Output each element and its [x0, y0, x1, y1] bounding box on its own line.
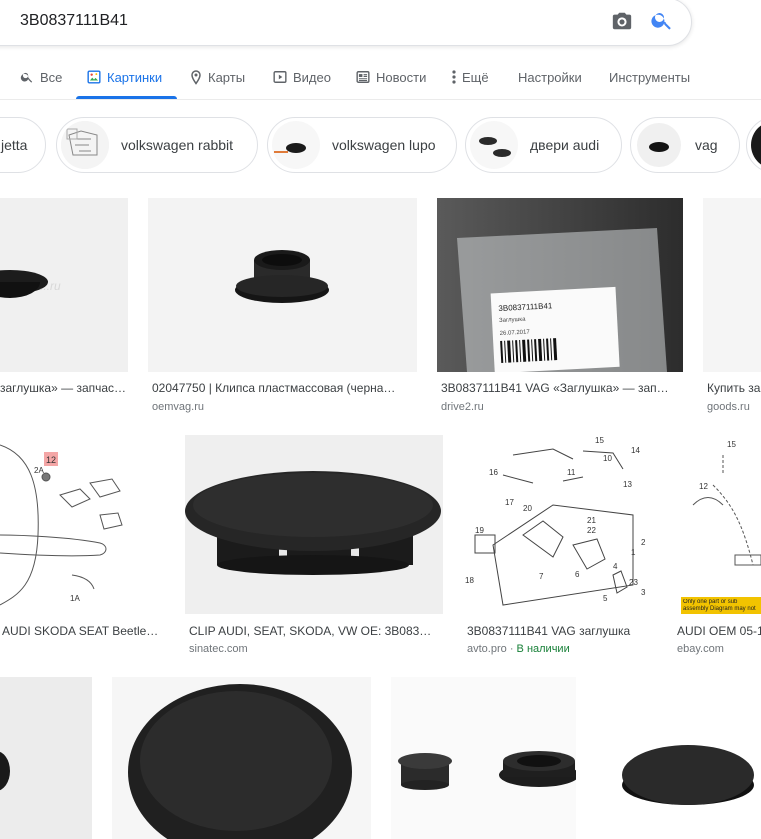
result-image[interactable] — [185, 435, 443, 614]
tab-more[interactable]: Ещё — [452, 69, 489, 85]
diagram-callout: 15 — [727, 440, 736, 449]
diagram-callout: 3 — [641, 588, 646, 597]
result-image[interactable]: 3B0837111B41 Заглушка 26.07.2017 — [437, 198, 683, 372]
diagram-callout: 11 — [567, 468, 576, 477]
source-separator: · — [509, 643, 514, 655]
chip-volkswagen-lupo[interactable]: volkswagen lupo — [267, 117, 457, 173]
result-source: ebay.com — [677, 643, 724, 655]
more-vert-icon — [452, 70, 456, 84]
diagram-callout: 20 — [523, 504, 532, 513]
result-source: drive2.ru — [441, 401, 484, 413]
settings-link[interactable]: Настройки — [518, 69, 582, 85]
news-icon — [356, 71, 370, 83]
result-image[interactable]: ...ru — [0, 198, 128, 372]
diagram-callout: 1 — [631, 548, 636, 557]
diagram-callout: 12 — [699, 482, 708, 491]
result-caption[interactable]: CLIP AUDI, SEAT, SKODA, VW OE: 3B083… — [189, 624, 441, 638]
diagram-callout: 13 — [623, 480, 632, 489]
chip-volkswagen-rabbit[interactable]: volkswagen rabbit — [56, 117, 258, 173]
result-image[interactable] — [703, 198, 761, 372]
tab-video[interactable]: Видео — [273, 69, 331, 85]
result-image[interactable] — [112, 677, 371, 839]
result-source: sinatec.com — [189, 643, 248, 655]
tab-news[interactable]: Новости — [356, 69, 426, 85]
diagram-callout: 16 — [489, 468, 498, 477]
diagram-callout: 5 — [603, 594, 608, 603]
search-input[interactable]: 3B0837111B41 — [20, 12, 128, 30]
result-caption[interactable]: 3B0837111B41 VAG заглушка — [467, 624, 657, 638]
tab-images[interactable]: Картинки — [87, 69, 162, 85]
result-image[interactable] — [148, 198, 417, 372]
tab-maps[interactable]: Карты — [190, 69, 245, 85]
chip-jetta[interactable]: jetta — [0, 117, 46, 173]
chip-label: volkswagen lupo — [332, 137, 436, 153]
diagram-callout: 14 — [631, 446, 640, 455]
result-caption[interactable]: Купить за — [707, 381, 761, 395]
result-image[interactable] — [0, 677, 92, 839]
diagram-callout: 19 — [475, 526, 484, 535]
result-caption[interactable]: AUDI SKODA SEAT Beetle… — [2, 624, 164, 638]
search-submit-icon[interactable] — [650, 8, 674, 32]
diagram-callout: 21 — [587, 516, 596, 525]
chip-thumbnail — [470, 121, 518, 169]
result-image[interactable]: 15 14 13 16 11 17 19 20 21 22 18 7 6 1 2… — [463, 435, 653, 614]
diagram-callout: 6 — [575, 570, 580, 579]
result-source: goods.ru — [707, 401, 750, 413]
tab-all[interactable]: Все — [20, 69, 62, 85]
tabs-divider — [0, 99, 761, 100]
diagram-callout: 2A — [34, 466, 44, 475]
diagram-callout: 10 — [603, 454, 612, 463]
chip-label: двери audi — [530, 137, 600, 153]
chip-next-partial[interactable] — [746, 117, 761, 173]
video-icon — [273, 71, 287, 83]
diagram-callout: 4 — [613, 562, 618, 571]
camera-icon[interactable] — [611, 10, 633, 32]
diagram-callout: 7 — [539, 572, 544, 581]
result-source: oemvag.ru — [152, 401, 204, 413]
result-caption[interactable]: заглушка» — запчаст… — [0, 381, 128, 395]
chip-thumbnail — [751, 121, 761, 169]
diagram-callout: 15 — [595, 436, 604, 445]
diagram-callout: 12 — [46, 455, 56, 465]
map-pin-icon — [191, 69, 201, 85]
result-caption[interactable]: AUDI OEM 05-1 — [677, 624, 761, 638]
diagram-callout: 17 — [505, 498, 514, 507]
result-source: avto.pro — [467, 643, 507, 655]
result-caption[interactable]: 02047750 | Клипса пластмассовая (черна… — [152, 381, 416, 395]
ebay-note: Only one part or sub assembly Diagram ma… — [683, 599, 756, 612]
result-image[interactable] — [391, 677, 576, 839]
chip-thumbnail — [272, 121, 320, 169]
chip-thumbnail — [635, 121, 683, 169]
diagram-callout: 1A — [70, 594, 80, 603]
result-image[interactable] — [596, 677, 761, 839]
chip-doors-audi[interactable]: двери audi — [465, 117, 622, 173]
diagram-callout: 23 — [629, 578, 638, 587]
chip-thumbnail — [61, 121, 109, 169]
tools-link[interactable]: Инструменты — [609, 69, 690, 85]
search-icon — [20, 72, 33, 83]
result-caption[interactable]: 3B0837111B41 VAG «Заглушка» — зап… — [441, 381, 681, 395]
diagram-callout: 18 — [465, 576, 474, 585]
chip-label: jetta — [1, 137, 28, 153]
svg-text:...ru: ...ru — [40, 279, 61, 293]
chip-label: volkswagen rabbit — [121, 137, 234, 153]
diagram-callout: 2 — [641, 538, 646, 547]
image-icon — [87, 70, 101, 84]
result-source-line: avto.pro · В наличии — [467, 643, 570, 655]
in-stock-badge: В наличии — [516, 643, 570, 655]
result-image[interactable]: 12 2A 1A — [0, 435, 165, 614]
chip-vag[interactable]: vag — [630, 117, 740, 173]
chip-label: vag — [695, 137, 718, 153]
result-image[interactable]: 15 12 Only one part or sub assembly Diag… — [673, 435, 761, 614]
diagram-callout: 22 — [587, 526, 596, 535]
